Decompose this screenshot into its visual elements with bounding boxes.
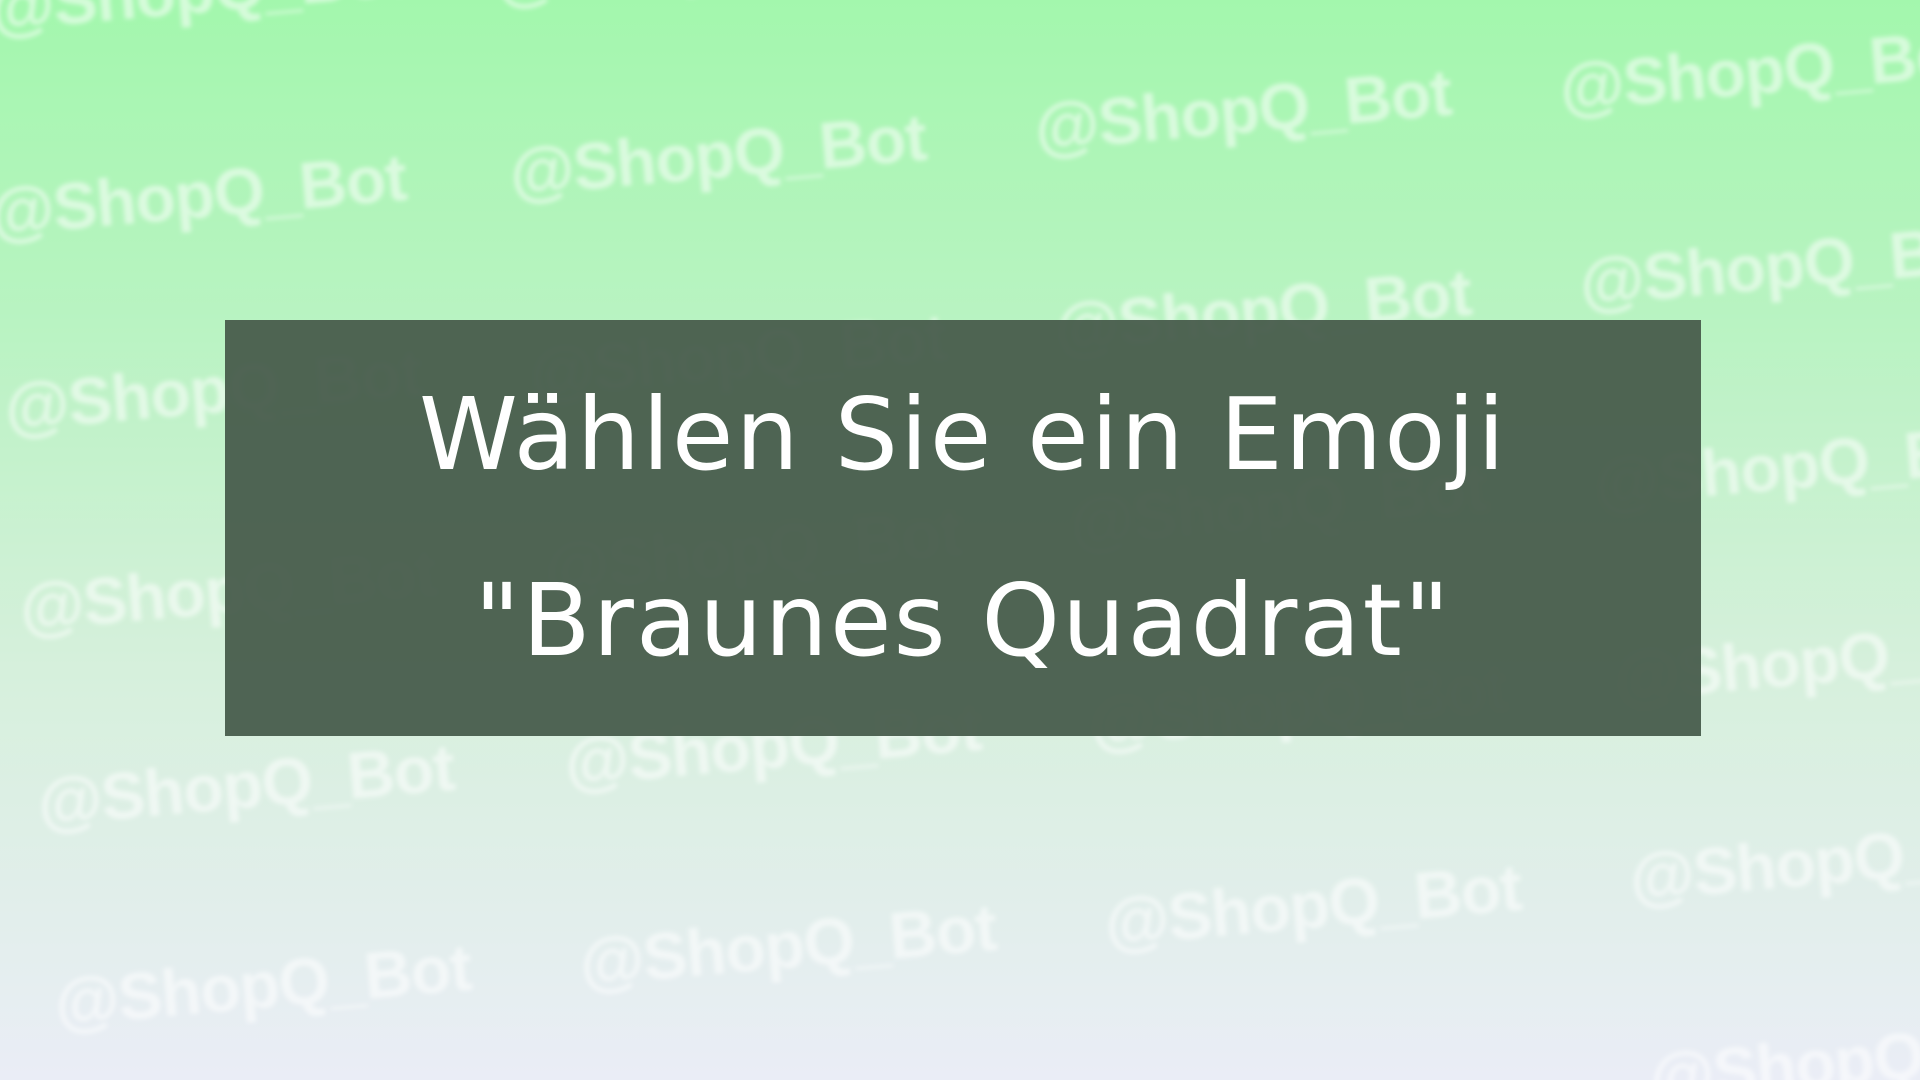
watermark-text: @ShopQ_Bot <box>1646 1004 1920 1080</box>
banner-emoji-name: "Braunes Quadrat" <box>474 562 1452 679</box>
watermark-text: @ShopQ_Bot <box>1576 209 1920 320</box>
watermark-text: @ShopQ_Bot <box>1101 849 1524 960</box>
instruction-banner: Wählen Sie ein Emoji "Braunes Quadrat" <box>225 320 1701 736</box>
watermark-text: @ShopQ_Bot <box>0 0 409 46</box>
watermark-text: @ShopQ_Bot <box>0 139 409 250</box>
watermark-text: @ShopQ_Bot <box>492 0 914 16</box>
watermark-text: @ShopQ_Bot <box>576 889 999 1000</box>
watermark-text: @ShopQ_Bot <box>506 99 929 210</box>
watermark-text: @ShopQ_Bot <box>1031 54 1454 165</box>
watermark-text: @ShopQ_Bot <box>1556 14 1920 125</box>
watermark-text: @ShopQ_Bot <box>51 929 474 1040</box>
watermark-text: @ShopQ_Bot <box>34 729 457 840</box>
banner-instruction-text: Wählen Sie ein Emoji <box>419 376 1507 493</box>
watermark-text: @ShopQ_Bot <box>1626 804 1920 915</box>
